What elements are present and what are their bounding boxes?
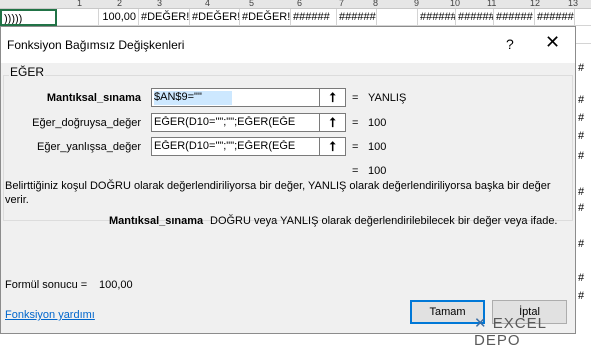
- sheet-cell-overflow[interactable]: #: [578, 150, 584, 162]
- sheet-cell-overflow[interactable]: #: [578, 202, 584, 214]
- arg-value: EĞER(D10="";"";EĞER(EĞE: [154, 140, 296, 152]
- sheet-cell[interactable]: 100,00: [99, 9, 139, 26]
- sheet-cell-overflow[interactable]: #: [578, 62, 584, 74]
- arg-value: EĞER(D10="";"";EĞER(EĞE: [154, 116, 296, 128]
- arg-input-logical-test[interactable]: $AN$9="" ⭡: [151, 88, 346, 107]
- column-number[interactable]: 8: [373, 0, 378, 8]
- column-number[interactable]: 9: [414, 0, 419, 8]
- sheet-cell[interactable]: ######: [494, 9, 535, 26]
- sheet-cell-overflow[interactable]: #: [578, 186, 584, 198]
- function-description: Belirttiğiniz koşul DOĞRU olarak değerle…: [5, 180, 551, 206]
- sheet-cell[interactable]: ######: [337, 9, 377, 26]
- arg-result: 100: [368, 117, 387, 129]
- column-number[interactable]: 2: [117, 0, 122, 8]
- collapse-dialog-icon[interactable]: ⭡: [319, 89, 345, 106]
- sheet-cell[interactable]: #DEĞER!: [240, 9, 291, 26]
- collapse-dialog-icon[interactable]: ⭡: [319, 114, 345, 131]
- sheet-cell-overflow[interactable]: #: [578, 130, 584, 142]
- column-number[interactable]: 3: [157, 0, 162, 8]
- excel-depo-watermark: ✕ EXCEL DEPO: [474, 314, 591, 349]
- arg-label-value-if-true: Eğer_doğruysa_değer: [32, 117, 141, 129]
- sheet-cell[interactable]: [377, 9, 418, 26]
- sheet-cell-overflow[interactable]: #: [578, 94, 584, 106]
- gridline: [576, 43, 591, 44]
- sheet-cell[interactable]: #DEĞER!: [190, 9, 240, 26]
- sheet-cell-selected[interactable]: ))))): [0, 9, 57, 26]
- sheet-cell[interactable]: ######: [535, 9, 575, 26]
- sheet-cell[interactable]: ######: [291, 9, 337, 26]
- column-number[interactable]: 12: [530, 0, 540, 8]
- column-number[interactable]: 4: [205, 0, 210, 8]
- column-number[interactable]: 6: [297, 0, 302, 8]
- sheet-cell[interactable]: ######: [456, 9, 494, 26]
- equals-sign: =: [352, 92, 359, 104]
- column-header-bar: 1 2 3 4 5 6 7 8 9 10 11 12 13: [0, 0, 591, 9]
- sheet-cell-overflow[interactable]: #: [578, 290, 584, 302]
- arg-value: $AN$9="": [154, 91, 232, 105]
- sheet-cell[interactable]: #DEĞER!: [139, 9, 190, 26]
- function-help-link[interactable]: Fonksiyon yardımı: [5, 309, 95, 321]
- sheet-cell[interactable]: [57, 9, 99, 26]
- overall-result: 100: [368, 165, 387, 177]
- formula-result-label: Formül sonucu =: [5, 279, 88, 291]
- sheet-cell-overflow[interactable]: #: [578, 272, 584, 284]
- arg-result: YANLIŞ: [368, 92, 407, 104]
- watermark-logo-icon: ✕: [474, 315, 488, 332]
- arg-input-value-if-false[interactable]: EĞER(D10="";"";EĞER(EĞE ⭡: [151, 137, 346, 156]
- close-icon[interactable]: ✕: [545, 33, 560, 51]
- collapse-dialog-icon[interactable]: ⭡: [319, 138, 345, 155]
- arg-result: 100: [368, 141, 387, 153]
- function-name-label: EĞER: [9, 65, 46, 79]
- help-icon[interactable]: ?: [506, 36, 514, 52]
- sheet-cell-overflow[interactable]: #: [578, 112, 584, 124]
- sheet-cell-overflow[interactable]: #: [578, 238, 584, 250]
- arg-input-value-if-true[interactable]: EĞER(D10="";"";EĞER(EĞE ⭡: [151, 113, 346, 132]
- equals-sign: =: [352, 141, 359, 153]
- function-arguments-dialog: Fonksiyon Bağımsız Değişkenleri ? ✕ EĞER…: [0, 26, 576, 334]
- dialog-titlebar[interactable]: Fonksiyon Bağımsız Değişkenleri ? ✕: [1, 27, 575, 63]
- sheet-row: ))))) 100,00 #DEĞER! #DEĞER! #DEĞER! ###…: [0, 9, 591, 26]
- column-number[interactable]: 7: [339, 0, 344, 8]
- formula-result-value: 100,00: [99, 279, 133, 291]
- column-number[interactable]: 11: [487, 0, 496, 8]
- arg-label-value-if-false: Eğer_yanlışsa_değer: [37, 141, 141, 153]
- equals-sign: =: [352, 117, 359, 129]
- sheet-right-strip: # # # # # # # # # #: [576, 26, 591, 334]
- column-number[interactable]: 10: [450, 0, 460, 8]
- sheet-cell[interactable]: ######: [418, 9, 456, 26]
- column-number[interactable]: 5: [249, 0, 254, 8]
- equals-sign: =: [352, 165, 359, 177]
- arg-description-name: Mantıksal_sınama: [109, 215, 204, 227]
- column-number[interactable]: 1: [77, 0, 82, 8]
- arg-label-logical-test: Mantıksal_sınama: [46, 92, 141, 104]
- dialog-title: Fonksiyon Bağımsız Değişkenleri: [7, 38, 185, 52]
- column-number[interactable]: 13: [568, 0, 578, 8]
- arg-description-text: DOĞRU veya YANLIŞ olarak değerlendirileb…: [210, 215, 558, 227]
